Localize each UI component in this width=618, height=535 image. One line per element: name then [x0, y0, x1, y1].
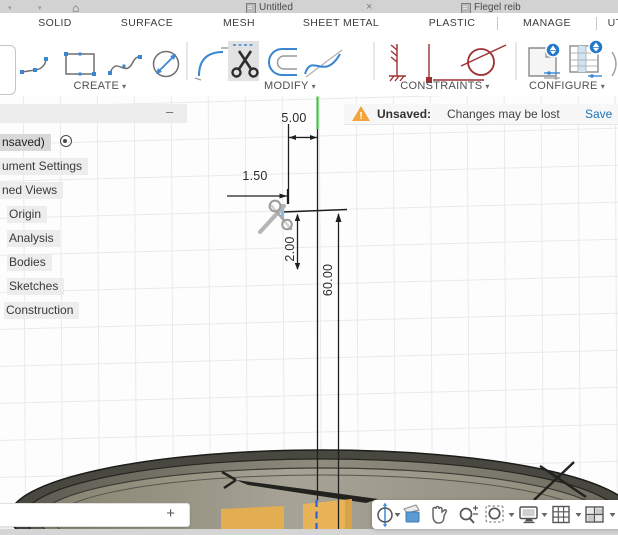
rectangle-tool-icon[interactable]: [64, 52, 96, 76]
browser-item-bodies[interactable]: Bodies: [7, 253, 52, 271]
add-icon[interactable]: +: [166, 505, 175, 522]
browser-panel-header[interactable]: –: [0, 104, 187, 123]
fillet-tool-icon[interactable]: [195, 48, 230, 80]
zoom-icon[interactable]: [461, 506, 479, 524]
save-link[interactable]: Save: [585, 107, 612, 121]
warning-message: Changes may be lost: [447, 107, 560, 121]
grid-settings-icon[interactable]: [553, 507, 569, 523]
display-settings-icon[interactable]: [520, 507, 537, 523]
browser-item-analysis[interactable]: Analysis: [7, 229, 60, 247]
browser-item-label: Origin: [7, 206, 47, 223]
tab-title: Untitled: [259, 2, 293, 13]
sketch-line-horizontal[interactable]: [283, 210, 347, 213]
browser-item-origin[interactable]: Origin: [7, 205, 47, 223]
unsaved-warning-bar: ! Unsaved: Changes may be lost Save: [344, 104, 618, 125]
browser-item-label: nsaved): [0, 134, 51, 151]
scissors-cursor-icon: [260, 201, 292, 232]
tab-plastic[interactable]: PLASTIC: [429, 17, 476, 29]
tab-title: Flegel reib: [474, 2, 521, 13]
chevron-down-icon[interactable]: [542, 513, 548, 517]
configure-part-icon[interactable]: [529, 43, 560, 80]
clipped-icon: [612, 52, 616, 76]
offset-tool-icon[interactable]: [269, 49, 297, 75]
tab-utilities[interactable]: UT: [608, 17, 618, 29]
browser-item-label: ument Settings: [0, 158, 88, 175]
chevron-down-icon[interactable]: [610, 513, 616, 517]
dimension-value-small-height[interactable]: 2.00: [283, 234, 297, 264]
fixed-constraint-icon[interactable]: [389, 44, 406, 81]
dimension-value-offset[interactable]: 1.50: [240, 169, 270, 183]
group-label: MODIFY: [264, 80, 309, 92]
browser-item-label: Construction: [4, 302, 79, 319]
line-tool-icon[interactable]: [20, 57, 48, 74]
look-at-icon[interactable]: [404, 505, 419, 522]
trim-tool-icon-selected[interactable]: [228, 41, 259, 81]
document-icon: [246, 3, 256, 13]
ribbon-tab-bar: SOLID SURFACE MESH SHEET METAL PLASTIC M…: [0, 13, 618, 33]
browser-item-label: ned Views: [0, 182, 63, 199]
sketch-dimension-icon[interactable]: [154, 52, 179, 77]
group-label: CONSTRAINTS: [400, 80, 482, 92]
warning-title: Unsaved:: [377, 107, 431, 121]
viewport-canvas[interactable]: 5.00 1.50 2.00 60.00 – nsaved) ument Set…: [0, 96, 618, 535]
browser-item-label: Sketches: [7, 278, 64, 295]
spline-tool-icon[interactable]: [108, 55, 142, 75]
chevron-down-icon[interactable]: ▾: [8, 4, 12, 12]
collapse-icon[interactable]: –: [166, 104, 173, 119]
warning-icon: !: [352, 106, 370, 121]
tab-divider: [497, 17, 498, 30]
sketch-overlay: [0, 96, 618, 535]
tab-mesh[interactable]: MESH: [223, 17, 255, 29]
orbit-icon[interactable]: [378, 503, 392, 528]
tab-divider: [596, 17, 597, 30]
close-icon[interactable]: ×: [366, 1, 372, 13]
zoom-window-icon[interactable]: [486, 506, 503, 522]
group-label: CREATE: [74, 80, 120, 92]
document-tab-second[interactable]: Flegel reib: [461, 0, 618, 13]
chevron-down-icon: ▾: [312, 82, 316, 91]
document-icon: [461, 3, 471, 13]
fusion-window: ▾ ▾ ⌂ Untitled × Flegel reib SOLID SURFA…: [0, 0, 618, 535]
chevron-down-icon: ▾: [122, 82, 126, 91]
group-label: CONFIGURE: [529, 80, 598, 92]
chevron-down-icon: ▾: [485, 82, 489, 91]
browser-item-construction[interactable]: Construction: [4, 301, 79, 319]
bottom-strip: [0, 529, 618, 535]
configure-table-icon[interactable]: [570, 40, 603, 78]
break-spline-icon[interactable]: [305, 50, 342, 77]
ribbon-toolbar: CREATE▾ MODIFY▾ CONSTRAINTS▾ CONFIGURE▾: [0, 33, 618, 97]
browser-item-label: Analysis: [7, 230, 60, 247]
home-icon[interactable]: ⌂: [72, 1, 79, 13]
document-tab-untitled[interactable]: Untitled ×: [246, 0, 381, 13]
activate-radio-icon[interactable]: [60, 135, 72, 147]
browser-item-label: Bodies: [7, 254, 52, 271]
group-modify[interactable]: MODIFY▾: [264, 80, 316, 92]
chevron-down-icon: ▾: [601, 82, 605, 91]
browser-item-sketches[interactable]: Sketches: [7, 277, 64, 295]
tab-manage[interactable]: MANAGE: [523, 17, 571, 29]
group-configure[interactable]: CONFIGURE▾: [529, 80, 605, 92]
browser-item-document-settings[interactable]: ument Settings: [0, 157, 88, 175]
tangent-constraint-icon[interactable]: [461, 45, 506, 75]
group-constraints[interactable]: CONSTRAINTS▾: [400, 80, 489, 92]
pan-hand-icon[interactable]: [433, 507, 446, 524]
chevron-down-icon[interactable]: ▾: [38, 4, 42, 12]
dimension-value-large-height[interactable]: 60.00: [321, 263, 335, 297]
viewports-icon[interactable]: [586, 507, 603, 522]
browser-item-document[interactable]: nsaved): [0, 133, 72, 151]
timeline-bar[interactable]: +: [0, 503, 190, 527]
navigation-bar[interactable]: [372, 500, 618, 529]
group-create[interactable]: CREATE▾: [74, 80, 127, 92]
navigation-icons: [372, 500, 618, 529]
browser-item-named-views[interactable]: ned Views: [0, 181, 63, 199]
tab-sheet-metal[interactable]: SHEET METAL: [303, 17, 379, 29]
titlebar: ▾ ▾ ⌂ Untitled × Flegel reib: [0, 0, 618, 13]
chevron-down-icon[interactable]: [576, 513, 582, 517]
chevron-down-icon[interactable]: [509, 513, 515, 517]
tab-solid[interactable]: SOLID: [38, 17, 72, 29]
tab-surface[interactable]: SURFACE: [121, 17, 173, 29]
dimension-value-width[interactable]: 5.00: [279, 111, 309, 125]
chevron-down-icon[interactable]: [395, 513, 401, 517]
